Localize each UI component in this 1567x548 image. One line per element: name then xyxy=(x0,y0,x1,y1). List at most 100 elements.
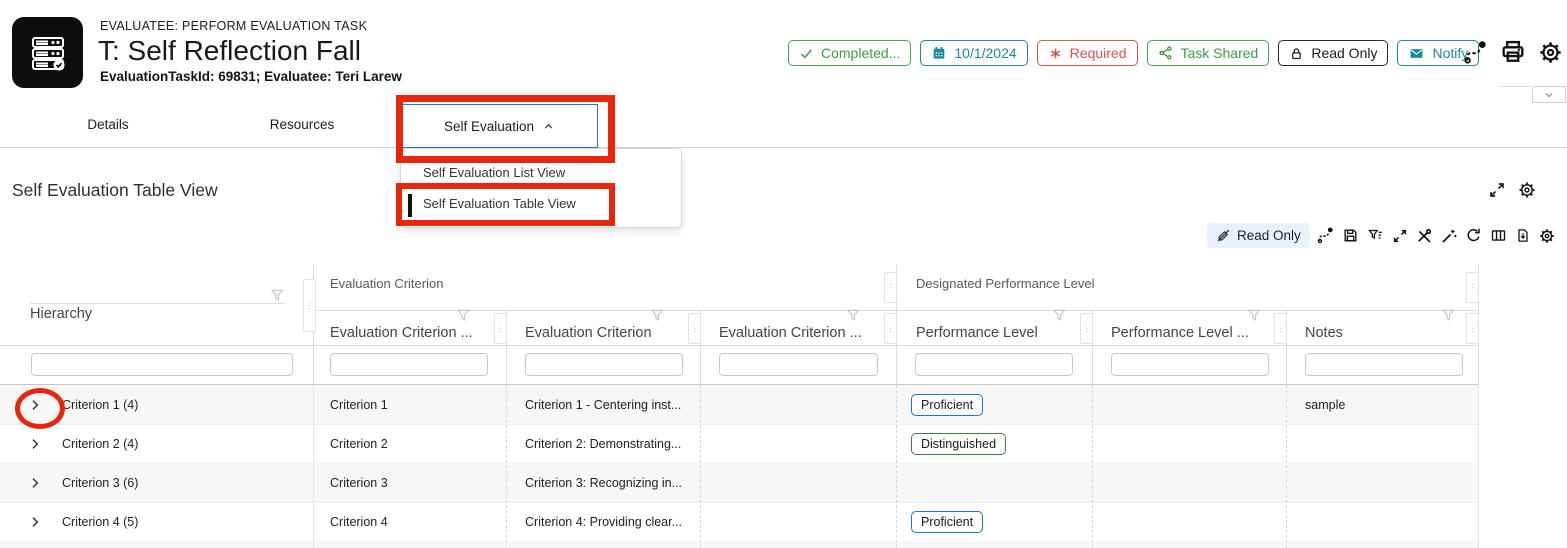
performance-level-badge[interactable]: Proficient xyxy=(911,510,984,533)
column-header-criterion-extra[interactable]: Evaluation Criterion ... xyxy=(719,325,862,341)
app-logo xyxy=(12,17,83,88)
drag-handle-icon[interactable]: ⋮ xyxy=(1466,272,1479,303)
column-header-notes[interactable]: Notes xyxy=(1305,325,1343,341)
column-header-performance-level[interactable]: Performance Level xyxy=(916,325,1038,341)
performance-level-badge[interactable]: Distinguished xyxy=(911,432,1007,455)
file-download-icon[interactable] xyxy=(1515,227,1531,244)
filter-funnel-icon[interactable] xyxy=(1441,308,1457,323)
menu-item-table-view[interactable]: Self Evaluation Table View xyxy=(401,188,681,219)
chevron-right-icon xyxy=(32,399,39,410)
column-header-hierarchy[interactable]: Hierarchy xyxy=(30,306,92,322)
map-route-icon[interactable] xyxy=(1462,39,1489,66)
column-border xyxy=(506,385,507,548)
header-actions xyxy=(1462,38,1564,66)
column-header-criterion-number[interactable]: Evaluation Criterion ... xyxy=(330,325,473,341)
drag-handle-icon[interactable]: ⋮ xyxy=(1274,313,1287,344)
filter-funnel-icon[interactable] xyxy=(1247,308,1263,323)
drag-handle-icon[interactable]: ⋮ xyxy=(1080,313,1093,344)
tab-resources[interactable]: Resources xyxy=(260,110,345,139)
grid-readonly-chip[interactable]: Read Only xyxy=(1207,223,1310,248)
column-header-criterion[interactable]: Evaluation Criterion xyxy=(525,325,652,341)
hierarchy-cell: Criterion 4 (5) xyxy=(62,514,139,529)
menu-item-list-view[interactable]: Self Evaluation List View xyxy=(401,157,681,188)
check-icon xyxy=(800,48,813,58)
drag-handle-icon[interactable]: ⋮ xyxy=(303,279,316,332)
printer-icon[interactable] xyxy=(1499,38,1527,66)
asterisk-icon xyxy=(1050,48,1060,58)
active-item-indicator xyxy=(408,194,412,217)
filter-input-criterion-number[interactable] xyxy=(330,353,488,376)
filter-funnel-icon[interactable] xyxy=(1052,308,1068,323)
self-evaluation-menu: Self Evaluation List View Self Evaluatio… xyxy=(400,148,682,228)
group-header-designated-performance-level: Designated Performance Level xyxy=(916,276,1095,291)
chevron-right-icon xyxy=(32,516,39,527)
filter-funnel-icon[interactable] xyxy=(846,308,862,323)
column-border xyxy=(700,385,701,548)
criterion-number-cell: Criterion 4 xyxy=(330,514,388,529)
column-header-performance-level-extra[interactable]: Performance Level ... xyxy=(1111,325,1249,341)
refresh-icon[interactable] xyxy=(1465,227,1482,244)
filter-input-performance-level-extra[interactable] xyxy=(1111,353,1269,376)
filter-input-notes[interactable] xyxy=(1305,353,1463,376)
share-icon xyxy=(1158,46,1172,60)
required-badge[interactable]: Required xyxy=(1036,40,1138,66)
chevron-down-icon xyxy=(1545,92,1553,97)
tab-details[interactable]: Details xyxy=(77,110,138,139)
expand-row-button[interactable] xyxy=(28,398,42,412)
page-title: Self Evaluation Table View xyxy=(12,180,218,200)
filter-funnel-icon[interactable] xyxy=(456,308,472,323)
criterion-cell: Criterion 1 - Centering inst... xyxy=(525,397,682,412)
notes-cell: sample xyxy=(1305,397,1346,412)
chevron-right-icon xyxy=(32,438,39,449)
drag-handle-icon[interactable]: ⋮ xyxy=(1466,313,1479,344)
criterion-number-cell: Criterion 3 xyxy=(330,475,388,490)
magic-wand-icon[interactable] xyxy=(1440,227,1458,245)
tab-self-evaluation[interactable]: Self Evaluation xyxy=(401,104,598,148)
task-title: T: Self Reflection Fall xyxy=(98,35,361,66)
criterion-number-cell: Criterion 1 xyxy=(330,397,388,412)
column-border xyxy=(1286,385,1287,548)
tools-icon[interactable] xyxy=(1415,227,1433,245)
filter-input-performance-level[interactable] xyxy=(915,353,1073,376)
header-row-divider xyxy=(30,303,285,304)
gear-icon[interactable] xyxy=(1537,39,1564,66)
column-border xyxy=(896,385,897,548)
drag-handle-icon[interactable]: ⋮ xyxy=(688,313,701,344)
drag-handle-icon[interactable]: ⋮ xyxy=(494,313,507,344)
drag-handle-icon[interactable]: ⋮ xyxy=(884,313,897,344)
criterion-number-cell: Criterion 2 xyxy=(330,436,388,451)
collapse-header-button[interactable] xyxy=(1532,86,1566,103)
table-row: Criterion 4 (5) Criterion 4 Criterion 4:… xyxy=(0,502,1478,542)
save-icon[interactable] xyxy=(1342,227,1359,244)
hierarchy-cell: Criterion 2 (4) xyxy=(62,436,139,451)
due-date-badge[interactable]: 10/1/2024 xyxy=(920,40,1028,66)
column-border xyxy=(313,385,314,548)
filter-list-icon[interactable] xyxy=(1366,227,1385,244)
drag-handle-icon[interactable]: ⋮ xyxy=(884,272,897,303)
header-row-divider xyxy=(313,310,1478,311)
filter-funnel-icon[interactable] xyxy=(650,308,666,323)
gear-icon[interactable] xyxy=(1517,180,1537,200)
completed-badge[interactable]: Completed... xyxy=(788,40,912,66)
filter-input-criterion[interactable] xyxy=(525,353,683,376)
expand-icon[interactable] xyxy=(1488,181,1506,199)
map-route-icon[interactable] xyxy=(1316,226,1335,245)
filter-funnel-icon[interactable] xyxy=(270,288,286,303)
expand-icon[interactable] xyxy=(1392,228,1408,244)
pencil-slash-icon xyxy=(1217,229,1230,242)
task-shared-badge[interactable]: Task Shared xyxy=(1146,40,1270,66)
columns-icon[interactable] xyxy=(1489,227,1508,244)
expand-row-button[interactable] xyxy=(28,515,42,529)
read-only-badge[interactable]: Read Only xyxy=(1278,40,1389,66)
expand-row-button[interactable] xyxy=(28,437,42,451)
performance-level-badge[interactable]: Proficient xyxy=(911,393,984,416)
server-logo-icon xyxy=(31,36,64,70)
filter-input-criterion-extra[interactable] xyxy=(719,353,878,376)
table-right-border xyxy=(1478,385,1479,548)
chevron-right-icon xyxy=(32,477,39,488)
task-meta: EvaluationTaskId: 69831; Evaluatee: Teri… xyxy=(100,69,402,84)
expand-row-button[interactable] xyxy=(28,476,42,490)
hierarchy-cell: Criterion 3 (6) xyxy=(62,475,139,490)
filter-input-hierarchy[interactable] xyxy=(31,353,293,376)
gear-icon[interactable] xyxy=(1538,227,1556,245)
